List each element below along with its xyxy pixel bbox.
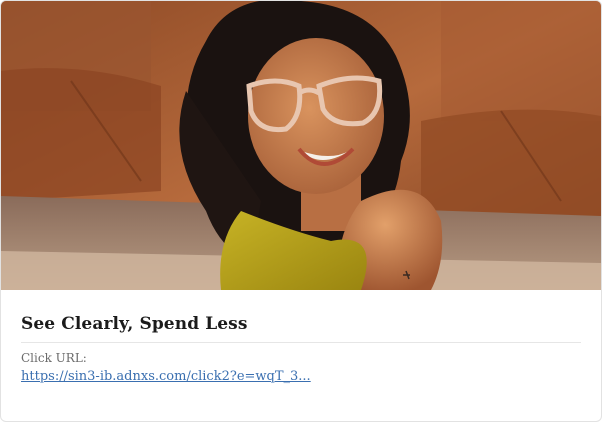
click-url-link[interactable]: https://sin3-ib.adnxs.com/click2?e=wqT_3… xyxy=(21,369,311,384)
ad-photo xyxy=(1,1,601,290)
ad-title: See Clearly, Spend Less xyxy=(21,314,581,343)
ad-details: See Clearly, Spend Less Click URL: https… xyxy=(21,314,581,384)
ad-card: See Clearly, Spend Less Click URL: https… xyxy=(0,0,602,422)
click-url-label: Click URL: xyxy=(21,351,87,365)
ad-image[interactable] xyxy=(1,1,601,290)
